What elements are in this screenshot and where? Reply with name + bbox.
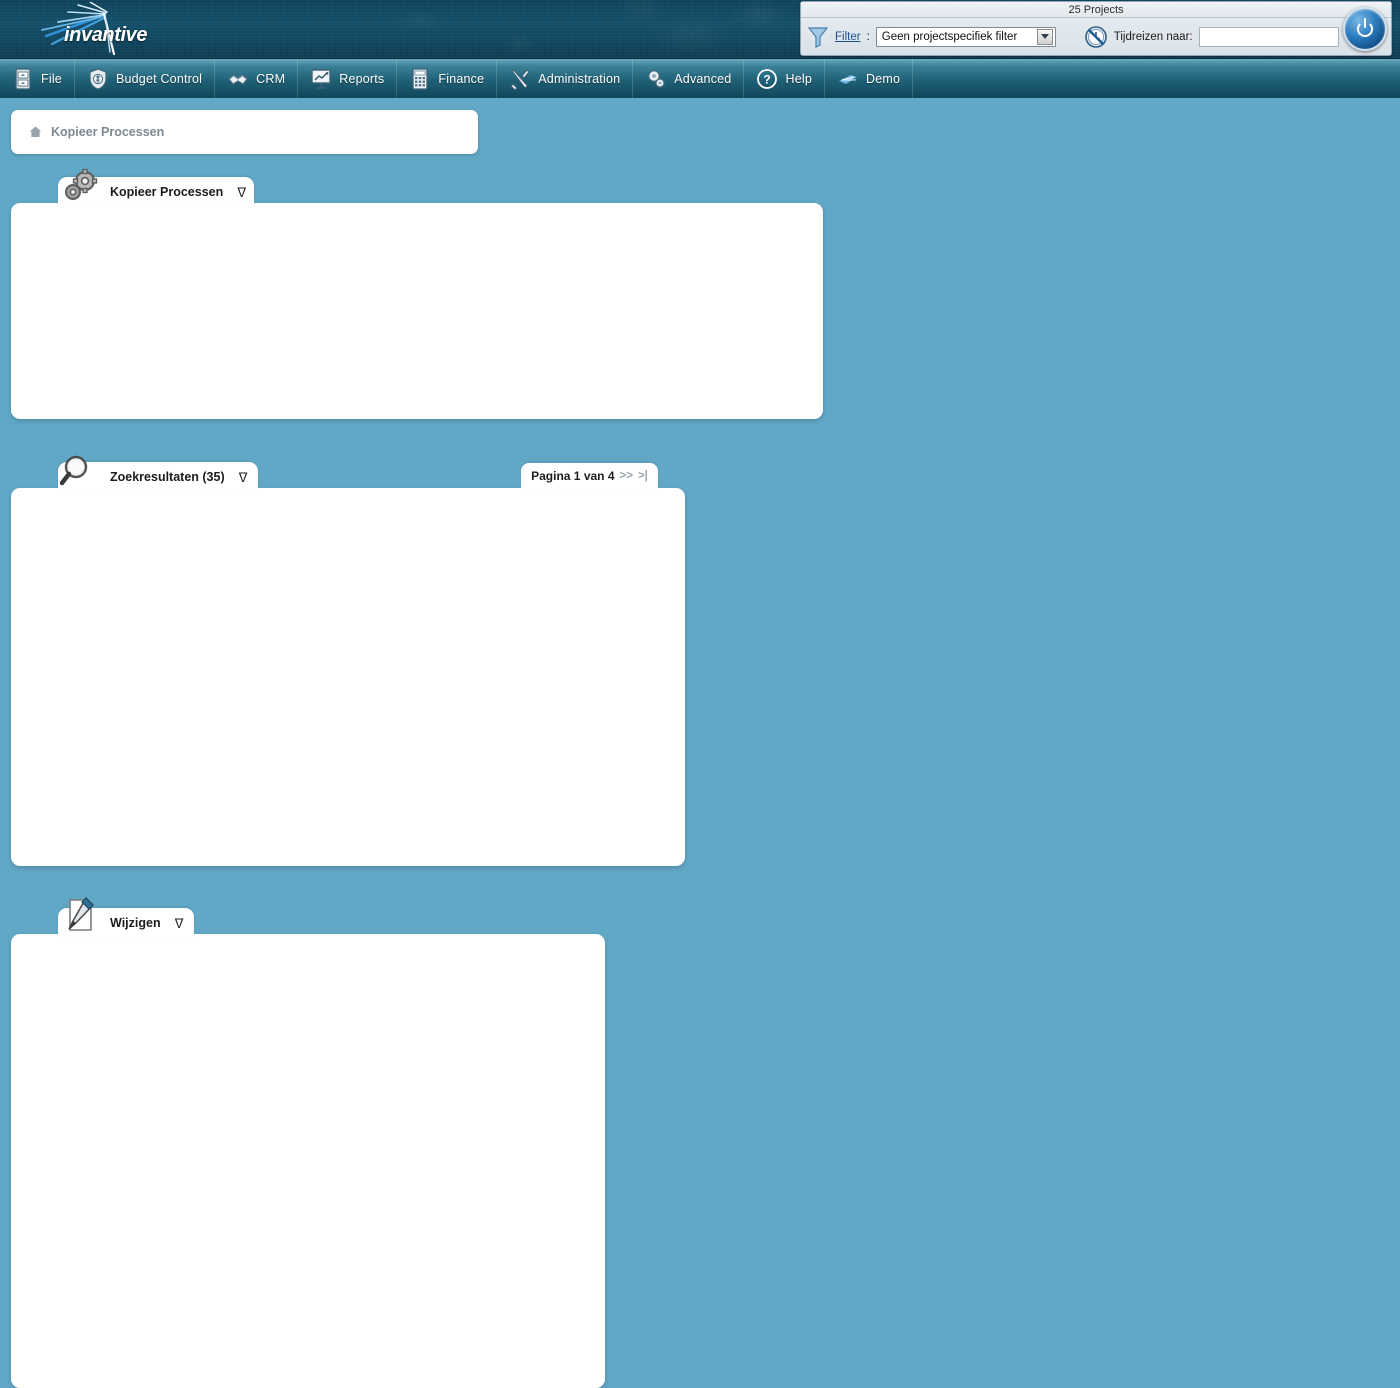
gears-icon bbox=[60, 168, 100, 208]
filter-panel: 25 Projects Filter : Geen projectspecifi… bbox=[800, 1, 1392, 56]
gears-icon bbox=[645, 67, 667, 91]
logo-wordmark: invantive bbox=[64, 24, 147, 47]
menu-item-reports[interactable]: Reports bbox=[298, 59, 397, 99]
menu-label: File bbox=[41, 72, 62, 86]
filter-label[interactable]: Filter bbox=[835, 31, 861, 43]
power-icon[interactable] bbox=[1343, 7, 1387, 51]
chevron-up-icon[interactable]: ᐁ bbox=[239, 471, 248, 484]
invantive-small-icon: invantive bbox=[837, 67, 859, 91]
menu-item-budget-control[interactable]: Budget Control bbox=[75, 59, 215, 99]
menu-label: Reports bbox=[339, 72, 384, 86]
svg-text:?: ? bbox=[764, 73, 771, 87]
menu-item-demo[interactable]: invantive Demo bbox=[825, 59, 913, 99]
results-panel-body bbox=[11, 488, 685, 866]
home-icon[interactable] bbox=[29, 126, 42, 138]
money-shield-icon bbox=[87, 67, 109, 91]
menu-label: Demo bbox=[866, 72, 900, 86]
results-panel-title: Zoekresultaten (35) bbox=[110, 470, 225, 484]
breadcrumb-label[interactable]: Kopieer Processen bbox=[51, 125, 164, 139]
search-panel-title: Kopieer Processen bbox=[110, 185, 223, 199]
last-page-button[interactable]: >| bbox=[638, 470, 648, 482]
chevron-up-icon[interactable]: ᐁ bbox=[175, 917, 184, 930]
chevron-down-icon[interactable] bbox=[1037, 29, 1053, 45]
next-page-button[interactable]: >> bbox=[620, 470, 633, 482]
invantive-logo: invantive bbox=[26, 2, 176, 56]
cabinet-icon bbox=[12, 67, 34, 91]
edit-panel-body bbox=[11, 934, 605, 1388]
search-panel-body bbox=[11, 203, 823, 419]
filter-colon: : bbox=[867, 31, 870, 43]
paging-text: Pagina 1 van 4 bbox=[531, 469, 614, 483]
edit-panel-title: Wijzigen bbox=[110, 916, 161, 930]
menu-item-advanced[interactable]: Advanced bbox=[633, 59, 744, 99]
funnel-icon bbox=[807, 25, 829, 49]
pencil-document-icon bbox=[60, 896, 100, 936]
menu-label: Budget Control bbox=[116, 72, 202, 86]
main-menu-bar: File Budget Control CRM Reports bbox=[0, 58, 1400, 98]
menu-label: Help bbox=[785, 72, 812, 86]
calculator-icon bbox=[409, 67, 431, 91]
question-circle-icon: ? bbox=[756, 67, 778, 91]
presentation-chart-icon bbox=[310, 67, 332, 91]
menu-label: Administration bbox=[538, 72, 620, 86]
menu-label: Finance bbox=[438, 72, 484, 86]
paging-tab: Pagina 1 van 4 >> >| bbox=[521, 463, 658, 489]
chevron-up-icon[interactable]: ᐁ bbox=[237, 186, 246, 199]
handshake-icon bbox=[227, 67, 249, 91]
menu-label: Advanced bbox=[674, 72, 731, 86]
menu-label: CRM bbox=[256, 72, 285, 86]
clock-no-icon bbox=[1084, 25, 1108, 49]
project-count-label: 25 Projects bbox=[801, 2, 1391, 18]
menu-item-help[interactable]: ? Help bbox=[744, 59, 825, 99]
project-filter-value: Geen projectspecifiek filter bbox=[882, 31, 1018, 43]
menu-item-finance[interactable]: Finance bbox=[397, 59, 497, 99]
tools-icon bbox=[509, 67, 531, 91]
svg-text:invantive: invantive bbox=[842, 78, 856, 82]
magnifier-icon bbox=[58, 452, 98, 492]
timetravel-input[interactable] bbox=[1199, 27, 1339, 47]
menu-item-administration[interactable]: Administration bbox=[497, 59, 633, 99]
menu-item-crm[interactable]: CRM bbox=[215, 59, 298, 99]
timetravel-label: Tijdreizen naar: bbox=[1114, 31, 1193, 43]
breadcrumb: Kopieer Processen bbox=[11, 110, 478, 154]
project-filter-select[interactable]: Geen projectspecifiek filter bbox=[876, 27, 1056, 47]
menu-item-file[interactable]: File bbox=[0, 59, 75, 99]
